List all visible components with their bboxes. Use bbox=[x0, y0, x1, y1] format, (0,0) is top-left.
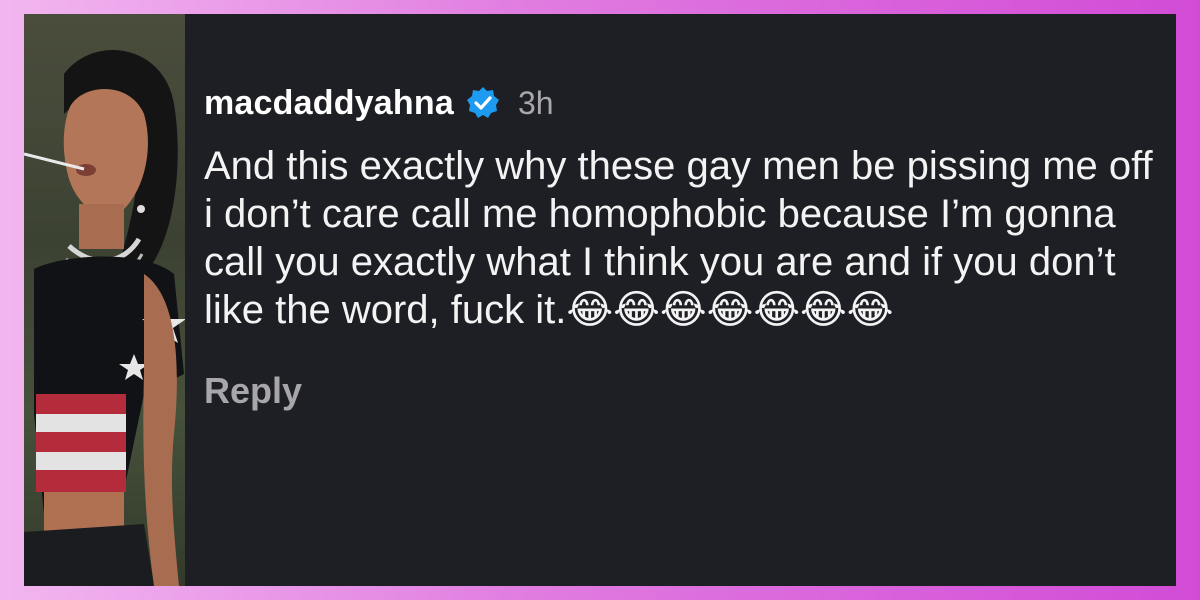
verified-badge-icon bbox=[466, 86, 500, 120]
username[interactable]: macdaddyahna bbox=[204, 84, 454, 123]
comment-header: macdaddyahna 3h bbox=[204, 80, 1164, 126]
profile-photo[interactable] bbox=[24, 14, 185, 586]
comment-timestamp: 3h bbox=[517, 84, 554, 121]
reply-button[interactable]: Reply bbox=[204, 370, 1164, 412]
comment-text: And this exactly why these gay men be pi… bbox=[204, 144, 1164, 332]
comment-content: macdaddyahna 3h And this exactly why the… bbox=[204, 80, 1164, 412]
comment-card: macdaddyahna 3h And this exactly why the… bbox=[24, 14, 1176, 586]
